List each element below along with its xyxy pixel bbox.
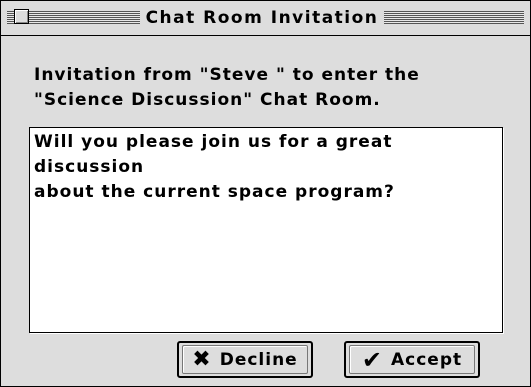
- decline-button-label: Decline: [219, 349, 298, 370]
- title-bar[interactable]: Chat Room Invitation: [1, 1, 530, 36]
- close-box-icon[interactable]: [14, 9, 29, 24]
- close-x-icon: ✖: [192, 346, 212, 372]
- decline-button-face[interactable]: ✖ Decline: [182, 345, 308, 374]
- accept-button-label: Accept: [390, 349, 463, 370]
- window-title: Chat Room Invitation: [140, 7, 384, 29]
- chat-invitation-window: Chat Room Invitation Invitation from "St…: [0, 0, 531, 387]
- decline-button[interactable]: ✖ Decline: [177, 341, 313, 378]
- checkmark-icon: ✔: [361, 345, 383, 374]
- invitation-message-field[interactable]: Will you please join us for a great disc…: [29, 127, 503, 333]
- accept-button-face[interactable]: ✔ Accept: [349, 345, 475, 374]
- invitation-text: Invitation from "Steve " to enter the "S…: [34, 65, 420, 110]
- accept-button[interactable]: ✔ Accept: [344, 341, 480, 378]
- title-bar-stripes-right: [384, 11, 524, 24]
